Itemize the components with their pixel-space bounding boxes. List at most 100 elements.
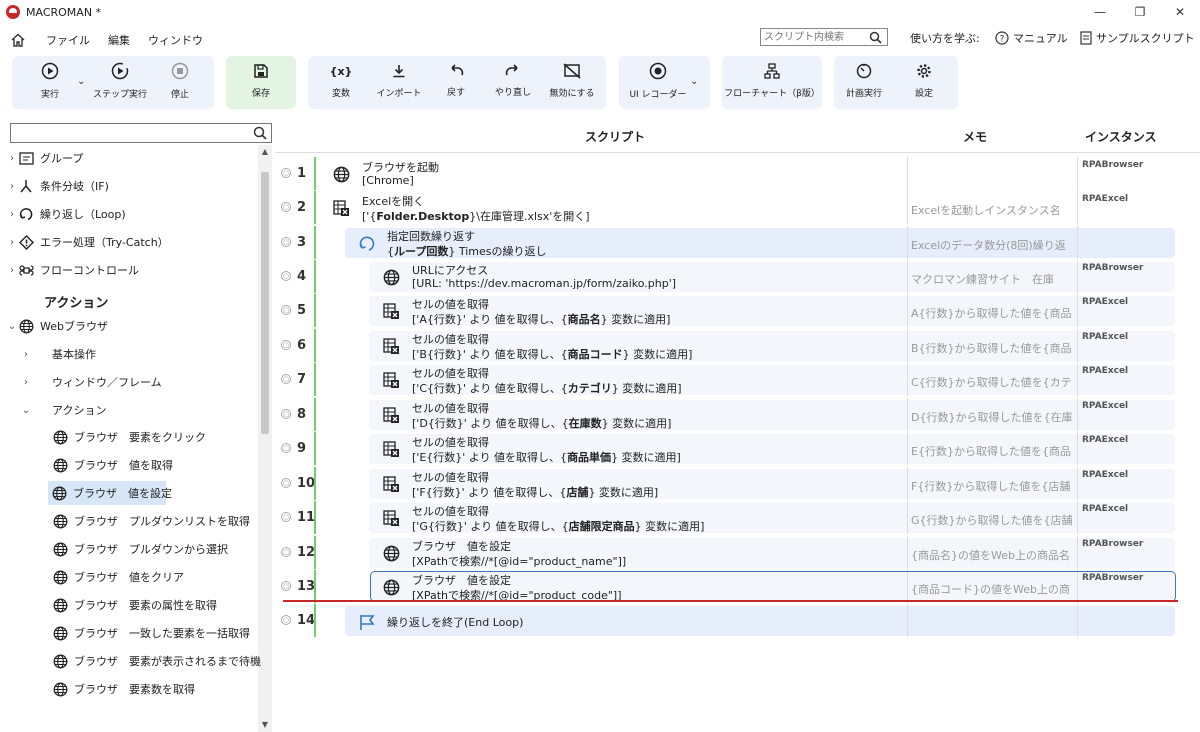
action-item[interactable]: ブラウザ 要素の属性を取得 (48, 593, 217, 617)
script-row[interactable]: ○ 10 セルの値を取得 ['F{行数}' より 値を取得し、{店舗} 変数に適用] F… (275, 467, 1180, 500)
breakpoint-icon[interactable]: ○ (281, 305, 291, 315)
breakpoint-icon[interactable]: ○ (281, 237, 291, 247)
home-icon[interactable] (10, 32, 26, 48)
script-row[interactable]: ○ 5 セルの値を取得 ['A{行数}' より 値を取得し、{商品名} 変数に適用] A… (275, 294, 1180, 327)
action-item[interactable]: ブラウザ プルダウンリストを取得 (48, 509, 250, 533)
breakpoint-icon[interactable]: ○ (281, 168, 291, 178)
step-memo[interactable]: {商品名}の値をWeb上の商品名 (907, 536, 1077, 569)
tree-item-basic[interactable]: › 基本操作 (20, 342, 96, 366)
step-memo[interactable]: B{行数}から取得した値を{商品 (907, 329, 1077, 362)
script-row[interactable]: ○ 1 ブラウザを起動 [Chrome] RPABrowser (275, 157, 1180, 190)
action-item[interactable]: ブラウザ プルダウンから選択 (48, 537, 228, 561)
breakpoint-icon[interactable]: ○ (281, 409, 291, 419)
undo-button[interactable]: 戻す (434, 54, 478, 107)
step-memo[interactable]: G{行数}から取得した値を{店舗 (907, 501, 1077, 534)
step-run-button[interactable]: ステップ実行 (90, 54, 150, 107)
step-memo[interactable] (907, 604, 1077, 637)
sidebar-scrollbar[interactable]: ▲ ▼ (258, 145, 272, 732)
tree-item-if[interactable]: › 条件分岐（IF) (6, 174, 109, 198)
breakpoint-icon[interactable]: ○ (281, 340, 291, 350)
script-search-input[interactable] (761, 29, 861, 45)
column-header-memo[interactable]: メモ (963, 128, 987, 145)
action-item[interactable]: ブラウザ 一致した要素を一括取得 (48, 621, 250, 645)
step-memo[interactable] (907, 157, 1077, 190)
action-item[interactable]: ブラウザ 要素数を取得 (48, 677, 195, 701)
expand-icon[interactable]: › (6, 237, 18, 248)
column-header-script[interactable]: スクリプト (585, 128, 645, 145)
script-row[interactable]: ○ 11 セルの値を取得 ['G{行数}' より 値を取得し、{店舗限定商品} 変数に… (275, 501, 1180, 534)
tree-item-loop[interactable]: › 繰り返し（Loop) (6, 202, 126, 226)
minimize-button[interactable]: — (1080, 0, 1120, 24)
import-button[interactable]: インポート (372, 54, 426, 107)
restore-button[interactable]: ❐ (1120, 0, 1160, 24)
breakpoint-icon[interactable]: ○ (281, 271, 291, 281)
script-row[interactable]: ○ 3 指定回数繰り返す {ループ回数} Timesの繰り返し Excelのデータ数分(… (275, 226, 1180, 259)
script-row[interactable]: ○ 13 ブラウザ 値を設定 [XPathで検索//*[@id="product_co… (275, 570, 1180, 603)
step-memo[interactable]: マクロマン練習サイト 在庫 (907, 260, 1077, 293)
script-row[interactable]: ○ 6 セルの値を取得 ['B{行数}' より 値を取得し、{商品コード} 変数に適用… (275, 329, 1180, 362)
breakpoint-icon[interactable]: ○ (281, 478, 291, 488)
collapse-icon[interactable]: ⌄ (20, 405, 32, 416)
menu-window[interactable]: ウィンドウ (148, 32, 203, 48)
breakpoint-icon[interactable]: ○ (281, 202, 291, 212)
action-item[interactable]: ブラウザ 要素をクリック (48, 425, 206, 449)
run-button[interactable]: 実行 (24, 54, 76, 107)
script-row[interactable]: ○ 7 セルの値を取得 ['C{行数}' より 値を取得し、{カテゴリ} 変数に適用]… (275, 363, 1180, 396)
step-memo[interactable]: D{行数}から取得した値を{在庫 (907, 398, 1077, 431)
breakpoint-icon[interactable]: ○ (281, 581, 291, 591)
tree-item-web-browser[interactable]: ⌄ Webブラウザ (6, 314, 108, 338)
recorder-dropdown-chevron-icon[interactable]: ⌄ (690, 76, 698, 87)
sample-link[interactable]: サンプルスクリプト (1080, 30, 1195, 46)
action-item[interactable]: ブラウザ 値をクリア (48, 565, 184, 589)
expand-icon[interactable]: › (6, 153, 18, 164)
tree-item-flow-control[interactable]: › フローコントロール (6, 258, 139, 282)
scroll-down-icon[interactable]: ▼ (258, 718, 272, 732)
breakpoint-icon[interactable]: ○ (281, 547, 291, 557)
redo-button[interactable]: やり直し (490, 54, 536, 107)
disable-button[interactable]: 無効にする (544, 54, 600, 107)
action-item[interactable]: ブラウザ 要素が表示されるまで待機 (48, 649, 261, 673)
expand-icon[interactable]: › (6, 209, 18, 220)
step-memo[interactable]: Excelを起動しインスタンス名 (907, 191, 1077, 224)
close-button[interactable]: ✕ (1160, 0, 1200, 24)
script-row[interactable]: ○ 2 Excelを開く ['{Folder.Desktop}\在庫管理.xlsx'を… (275, 191, 1180, 224)
stop-button[interactable]: 停止 (158, 54, 202, 107)
script-row[interactable]: ○ 4 URLにアクセス [URL: 'https://dev.macroman.jp… (275, 260, 1180, 293)
search-icon[interactable] (869, 31, 882, 44)
flowchart-button[interactable]: フローチャート（β版） (724, 54, 820, 107)
step-memo[interactable]: C{行数}から取得した値を{カテ (907, 363, 1077, 396)
action-item[interactable]: ブラウザ 値を設定 (48, 481, 172, 505)
search-icon[interactable] (253, 126, 267, 140)
script-row[interactable]: ○ 12 ブラウザ 値を設定 [XPathで検索//*[@id="product_na… (275, 536, 1180, 569)
action-search-field[interactable] (10, 123, 272, 143)
breakpoint-icon[interactable]: ○ (281, 512, 291, 522)
step-memo[interactable]: F{行数}から取得した値を{店舗 (907, 467, 1077, 500)
expand-icon[interactable]: › (6, 181, 18, 192)
collapse-icon[interactable]: ⌄ (6, 321, 18, 332)
settings-button[interactable]: 設定 (900, 54, 948, 107)
breakpoint-icon[interactable]: ○ (281, 374, 291, 384)
step-memo[interactable]: A{行数}から取得した値を{商品 (907, 294, 1077, 327)
script-row[interactable]: ○ 9 セルの値を取得 ['E{行数}' より 値を取得し、{商品単価} 変数に適用]… (275, 432, 1180, 465)
expand-icon[interactable]: › (20, 377, 32, 388)
menu-file[interactable]: ファイル (46, 32, 90, 48)
step-memo[interactable]: E{行数}から取得した値を{商品 (907, 432, 1077, 465)
scroll-thumb[interactable] (261, 172, 269, 434)
step-memo[interactable]: Excelのデータ数分(8回)繰り返 (907, 226, 1077, 259)
expand-icon[interactable]: › (6, 265, 18, 276)
expand-icon[interactable]: › (20, 349, 32, 360)
tree-item-window-frame[interactable]: › ウィンドウ／フレーム (20, 370, 162, 394)
scroll-up-icon[interactable]: ▲ (258, 145, 272, 159)
manual-link[interactable]: ? マニュアル (995, 30, 1068, 46)
action-item[interactable]: ブラウザ 値を取得 (48, 453, 173, 477)
ui-recorder-button[interactable]: UI レコーダー (628, 54, 688, 107)
schedule-button[interactable]: 計画実行 (840, 54, 888, 107)
tree-item-group[interactable]: › グループ (6, 146, 83, 170)
menu-edit[interactable]: 編集 (108, 32, 130, 48)
run-dropdown-chevron-icon[interactable]: ⌄ (77, 76, 85, 87)
column-header-instance[interactable]: インスタンス (1085, 128, 1157, 145)
breakpoint-icon[interactable]: ○ (281, 443, 291, 453)
script-row[interactable]: ○ 14 繰り返しを終了(End Loop) (275, 604, 1180, 637)
variable-button[interactable]: {x} 変数 (318, 54, 364, 107)
save-button[interactable]: 保存 (236, 54, 286, 107)
